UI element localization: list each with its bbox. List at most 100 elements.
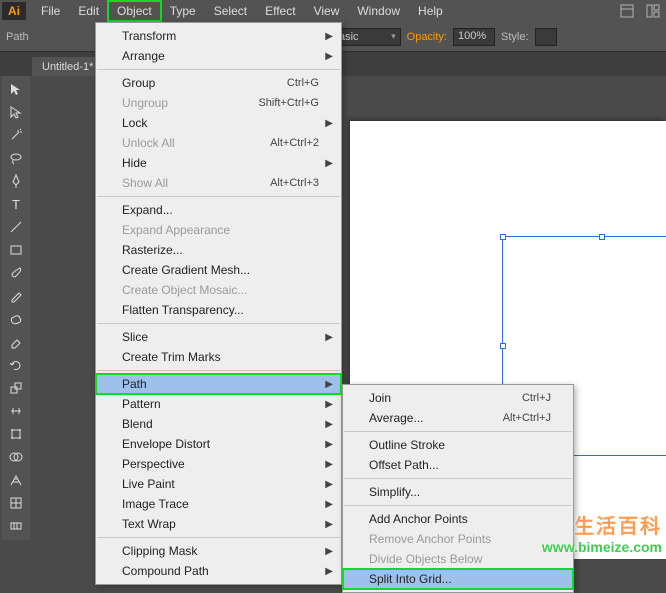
object-menu-item-group[interactable]: GroupCtrl+G [96,73,341,93]
menu-view[interactable]: View [305,1,349,21]
object-menu-item-transform[interactable]: Transform ▶ [96,26,341,46]
arrange-icon[interactable] [642,0,664,22]
object-menu-item-separator [97,323,340,324]
scale-tool[interactable] [4,377,28,399]
object-menu-item-separator [97,370,340,371]
rotate-tool[interactable] [4,354,28,376]
shortcut-label: Alt+Ctrl+3 [270,177,319,189]
path-menu-item-join[interactable]: JoinCtrl+J [343,388,573,408]
style-swatch[interactable] [535,28,557,46]
path-menu-item-outline-stroke[interactable]: Outline Stroke [343,435,573,455]
menu-edit[interactable]: Edit [69,1,108,21]
path-menu-item-remove-anchor-points: Remove Anchor Points [343,529,573,549]
object-menu-item-envelope-distort[interactable]: Envelope Distort▶ [96,434,341,454]
paintbrush-tool[interactable] [4,262,28,284]
path-menu-item-add-anchor-points[interactable]: Add Anchor Points [343,509,573,529]
object-menu-item-unlock-all: Unlock AllAlt+Ctrl+2 [96,133,341,153]
object-menu-item-arrange[interactable]: Arrange▶ [96,46,341,66]
object-menu-item-expand[interactable]: Expand... [96,200,341,220]
menu-item-label: Pattern [122,397,319,411]
path-menu-item-split-into-grid[interactable]: Split Into Grid... [343,569,573,589]
layout-icon[interactable] [616,0,638,22]
path-menu-item-separator [344,431,572,432]
submenu-arrow-icon: ▶ [325,158,333,169]
shortcut-label: Alt+Ctrl+2 [270,137,319,149]
menu-item-label: Create Gradient Mesh... [122,263,319,277]
object-menu-item-path[interactable]: Path▶ [96,374,341,394]
menu-item-label: Group [122,76,257,90]
menu-item-label: Offset Path... [369,458,551,472]
submenu-arrow-icon: ▶ [325,479,333,490]
menubar: Ai FileEditObjectTypeSelectEffectViewWin… [0,0,666,22]
pen-tool[interactable] [4,170,28,192]
object-menu-item-rasterize[interactable]: Rasterize... [96,240,341,260]
style-label: Style: [501,31,529,43]
gradient-tool[interactable] [4,515,28,537]
object-menu-item-perspective[interactable]: Perspective▶ [96,454,341,474]
menu-item-label: Transform [122,29,319,43]
menu-item-label: Clipping Mask [122,544,319,558]
menu-type[interactable]: Type [161,1,205,21]
path-menu-item-divide-objects-below: Divide Objects Below [343,549,573,569]
submenu-arrow-icon: ▶ [325,399,333,410]
mesh-tool[interactable] [4,492,28,514]
lasso-tool[interactable] [4,147,28,169]
object-menu-item-live-paint[interactable]: Live Paint▶ [96,474,341,494]
menu-help[interactable]: Help [409,1,452,21]
type-tool[interactable]: T [4,193,28,215]
menu-object[interactable]: Object [108,1,161,21]
object-menu-item-slice[interactable]: Slice▶ [96,327,341,347]
opacity-input[interactable]: 100% [453,28,495,46]
submenu-arrow-icon: ▶ [325,566,333,577]
pencil-tool[interactable] [4,285,28,307]
menu-item-label: Outline Stroke [369,438,551,452]
selection-tool[interactable] [4,78,28,100]
opacity-label: Opacity: [407,31,447,43]
shape-builder-tool[interactable] [4,446,28,468]
magic-wand-tool[interactable] [4,124,28,146]
handle-mid-left[interactable] [500,343,506,349]
menu-select[interactable]: Select [205,1,256,21]
object-menu-item-create-gradient-mesh[interactable]: Create Gradient Mesh... [96,260,341,280]
menu-window[interactable]: Window [348,1,409,21]
menu-item-label: Flatten Transparency... [122,303,319,317]
object-menu-item-expand-appearance: Expand Appearance [96,220,341,240]
width-tool[interactable] [4,400,28,422]
menu-item-label: Create Trim Marks [122,350,319,364]
object-menu-item-lock[interactable]: Lock▶ [96,113,341,133]
tools-panel: T [2,76,30,540]
object-menu-item-image-trace[interactable]: Image Trace▶ [96,494,341,514]
perspective-grid-tool[interactable] [4,469,28,491]
object-menu-item-blend[interactable]: Blend▶ [96,414,341,434]
rectangle-tool[interactable] [4,239,28,261]
submenu-arrow-icon: ▶ [325,519,333,530]
handle-mid-top[interactable] [599,234,605,240]
object-menu-item-text-wrap[interactable]: Text Wrap▶ [96,514,341,534]
submenu-arrow-icon: ▶ [325,439,333,450]
object-menu-item-compound-path[interactable]: Compound Path▶ [96,561,341,581]
object-menu-item-pattern[interactable]: Pattern ▶ [96,394,341,414]
object-menu-item-hide[interactable]: Hide▶ [96,153,341,173]
menu-item-label: Divide Objects Below [369,552,551,566]
object-menu-item-flatten-transparency[interactable]: Flatten Transparency... [96,300,341,320]
menu-effect[interactable]: Effect [256,1,304,21]
menu-file[interactable]: File [32,1,69,21]
submenu-arrow-icon: ▶ [325,31,333,42]
line-tool[interactable] [4,216,28,238]
free-transform-tool[interactable] [4,423,28,445]
direct-selection-tool[interactable] [4,101,28,123]
blob-brush-tool[interactable] [4,308,28,330]
menu-item-label: Lock [122,116,319,130]
path-menu-item-offset-path[interactable]: Offset Path... [343,455,573,475]
app-badge: Ai [2,2,26,20]
path-label: Path [6,31,29,43]
path-menu-item-average[interactable]: Average...Alt+Ctrl+J [343,408,573,428]
handle-top-left[interactable] [500,234,506,240]
object-menu-item-show-all: Show All Alt+Ctrl+3 [96,173,341,193]
path-menu-item-simplify[interactable]: Simplify... [343,482,573,502]
object-menu-item-clipping-mask[interactable]: Clipping Mask▶ [96,541,341,561]
object-menu-item-create-trim-marks[interactable]: Create Trim Marks [96,347,341,367]
submenu-arrow-icon: ▶ [325,459,333,470]
eraser-tool[interactable] [4,331,28,353]
menu-item-label: Show All [122,176,240,190]
